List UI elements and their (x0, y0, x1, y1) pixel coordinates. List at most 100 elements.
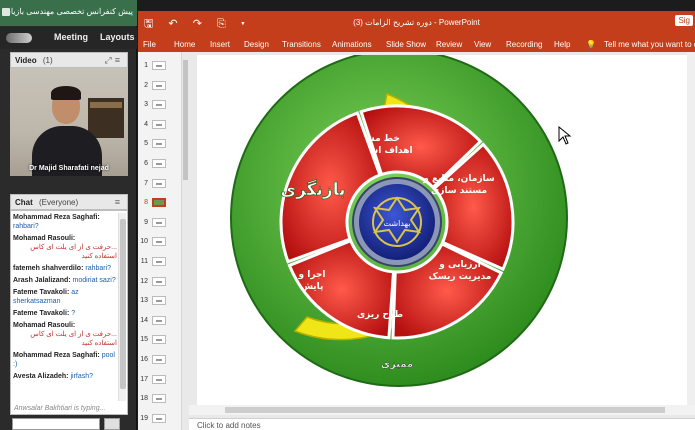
tab-review[interactable]: Review (436, 40, 462, 49)
tab-design[interactable]: Design (244, 40, 269, 49)
slide-thumbnail-13[interactable]: 13 (138, 291, 182, 311)
chat-message: Avesta Alizadeh: jirfash? (13, 372, 117, 381)
slide-preview (152, 237, 166, 247)
slide-8[interactable]: خط مشی و اهداف استراتژیک سازمان، منابع و مس… (197, 49, 695, 405)
slide-number: 11 (140, 258, 148, 265)
thumbnails-scrollbar[interactable] (182, 52, 189, 430)
slide-thumbnail-9[interactable]: 9 (138, 213, 182, 233)
slide-thumbnail-18[interactable]: 18 (138, 389, 182, 409)
horizontal-scrollbar[interactable] (189, 405, 695, 415)
meeting-menu[interactable]: Meeting (54, 32, 88, 42)
chat-scrollbar[interactable] (118, 213, 126, 401)
chat-message: Fateme Tavakoli: az sherkatsazman (13, 288, 117, 306)
slide-number: 5 (144, 140, 148, 148)
slide-canvas: خط مشی و اهداف استراتژیک سازمان، منابع و مس… (189, 49, 695, 418)
slide-preview (152, 413, 166, 423)
slide-number: 16 (140, 356, 148, 363)
tab-file[interactable]: File (143, 40, 156, 49)
tab-slide-show[interactable]: Slide Show (386, 40, 426, 49)
chat-text: ? (71, 310, 76, 317)
chat-messages: Mohammad Reza Saghafi: rahbari? Mohamad R… (13, 213, 117, 401)
slide-thumbnail-2[interactable]: 2 (138, 76, 182, 96)
slide-thumbnail-1[interactable]: 1 (138, 56, 182, 76)
slide-thumbnail-12[interactable]: 12 (138, 272, 182, 292)
slide-number: 8 (144, 199, 148, 207)
chat-input[interactable] (12, 418, 100, 430)
slide-number: 9 (144, 218, 148, 226)
slide-thumbnail-6[interactable]: 6 (138, 154, 182, 174)
tab-insert[interactable]: Insert (210, 40, 230, 49)
slide-thumbnail-11[interactable]: 11 (138, 252, 182, 272)
chat-sender: Mohammad Reza Saghafi: (13, 214, 100, 221)
slide-preview (152, 139, 166, 149)
video-pod-count: (1) (42, 56, 53, 65)
tab-transitions[interactable]: Transitions (282, 40, 321, 49)
chat-scope[interactable]: (Everyone) (39, 198, 78, 207)
slide-preview (152, 100, 166, 110)
chat-sender: Fateme Tavakoli: (13, 310, 70, 317)
send-icon[interactable] (104, 418, 120, 430)
video-pod-header: Video (1) ⤢≡ (10, 52, 128, 68)
slide-preview (152, 119, 166, 129)
ribbon-tabs: File Home Insert Design Transitions Anim… (138, 36, 695, 52)
chat-sender: Mohamad Rasouli: (13, 235, 76, 242)
audit-label: ممیزی (381, 359, 413, 370)
slide-number: 3 (144, 101, 148, 109)
chat-options-icon[interactable]: ≡ (115, 197, 123, 207)
chat-message: Mohammad Reza Saghafi: rahbari? (13, 213, 117, 231)
slide-number: 18 (140, 395, 148, 403)
chat-pod-title: Chat (15, 198, 33, 207)
slide-preview (152, 296, 166, 306)
slide-number: 1 (144, 62, 148, 69)
slide-scrollbar[interactable] (687, 52, 695, 405)
tab-view[interactable]: View (474, 40, 491, 49)
chat-text: ...حرفت ی از ای یلت ای کاس استفاده کنید (30, 331, 117, 347)
slide-thumbnail-17[interactable]: 17 (138, 370, 182, 390)
slide-number: 14 (140, 316, 148, 324)
slide-thumbnail-4[interactable]: 4 (138, 115, 182, 135)
chat-message: Fateme Tavakoli: ? (13, 309, 117, 318)
notes-placeholder: Click to add notes (197, 421, 261, 430)
slide-thumbnail-7[interactable]: 7 (138, 174, 182, 194)
slide-preview (152, 355, 166, 364)
slide-thumbnail-5[interactable]: 5 (138, 134, 182, 154)
tell-me-search[interactable]: Tell me what you want to do (604, 40, 695, 49)
slide-number: 13 (140, 297, 148, 305)
slide-preview (152, 394, 166, 404)
slide-thumbnail-15[interactable]: 15 (138, 330, 182, 350)
slide-number: 2 (144, 81, 148, 89)
slide-preview (152, 80, 166, 90)
notes-pane[interactable]: Click to add notes (189, 418, 695, 430)
tab-recording[interactable]: Recording (506, 40, 542, 49)
chat-text: jirfash? (70, 373, 94, 380)
slide-number: 15 (140, 336, 148, 344)
slide-thumbnail-19[interactable]: 19 (138, 409, 182, 429)
chat-text: rahbari? (13, 223, 39, 230)
tab-home[interactable]: Home (174, 40, 195, 49)
layouts-menu[interactable]: Layouts (100, 32, 135, 42)
tab-animations[interactable]: Animations (332, 40, 372, 49)
slide-preview (152, 276, 166, 286)
chat-sender: Mohamad Rasouli: (13, 322, 76, 329)
slide-preview (152, 198, 166, 208)
chat-box: Mohammad Reza Saghafi: rahbari? Mohamad R… (10, 210, 128, 415)
slide-thumbnail-16[interactable]: 16 (138, 350, 182, 370)
pod-options-icon[interactable]: ⤢≡ (105, 55, 123, 66)
chat-pod-header: Chat (Everyone) ≡ (10, 194, 128, 210)
chat-message: Arash Jalalizand: modiriat sazi? (13, 276, 117, 285)
tab-help[interactable]: Help (554, 40, 570, 49)
sign-in-button[interactable]: Sig (675, 15, 693, 26)
mouse-cursor-icon (558, 125, 572, 145)
slide-thumbnail-14[interactable]: 14 (138, 311, 182, 331)
slide-preview (152, 178, 166, 188)
chat-sender: Avesta Alizadeh: (13, 373, 69, 380)
app-logo-icon (6, 33, 32, 43)
slide-thumbnail-10[interactable]: 10 (138, 232, 182, 252)
chat-message: Mohammad Reza Saghafi: pool :) (13, 351, 117, 369)
chat-message: Mohamad Rasouli: ...حرفت ی از ای یلت ای … (13, 321, 117, 348)
slide-thumbnail-8[interactable]: 8 (138, 193, 182, 213)
slide-preview (152, 61, 166, 70)
slide-thumbnail-3[interactable]: 3 (138, 95, 182, 115)
slide-preview (152, 257, 166, 266)
meeting-window-title: پیش کنفرانس تخصصی مهندسی بازیابی آب، بهد… (0, 0, 137, 26)
